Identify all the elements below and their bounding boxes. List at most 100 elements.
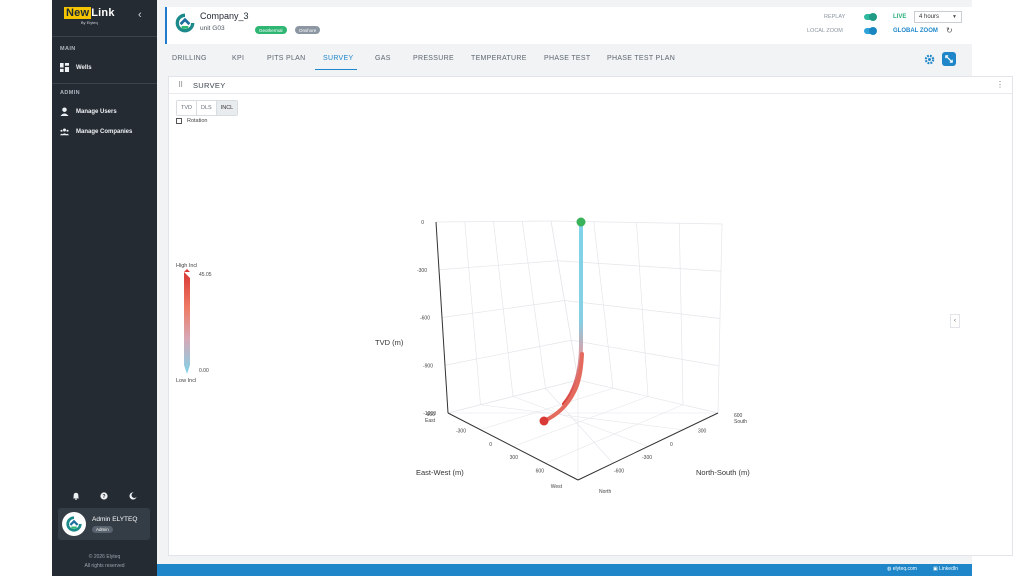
svg-text:?: ? [103,494,106,500]
ns-tick-label: 0 [670,442,673,448]
ew-axis-line [447,412,579,481]
grid-line [521,221,546,389]
grid-line [545,404,684,464]
grid-line [636,222,649,397]
tab-phase-test-plan[interactable]: PHASE TEST PLAN [607,55,675,62]
moon-icon[interactable] [129,492,137,500]
sidebar-item-label: Manage Companies [76,128,133,135]
grid-line [550,220,579,381]
survey-panel: ⠿ SURVEY ⋮ TVD DLS INCL Rotation 0 -300 … [168,76,1013,556]
ns-tick-label: -600 [614,469,624,475]
website-link-label: elyteq.com [892,566,917,572]
sidebar-item-wells[interactable]: Wells [60,63,92,72]
local-zoom-label: LOCAL ZOOM [807,28,843,34]
ew-end-label: West [551,484,563,490]
users-group-icon [60,128,69,136]
brand-tagline: By Elyteq [80,20,98,25]
user-card[interactable]: Admin ELYTEQ Admin [58,508,150,540]
dashboard-icon [60,63,69,72]
zoom-toggle[interactable] [864,27,877,35]
survey-3d-plot[interactable]: 0-300-600-900-1200-30003006003000-300-60… [169,94,1014,556]
copyright: © 2026 Elyteq All rights reserved [52,553,157,571]
collapse-sidebar-icon[interactable]: ‹ [138,9,142,21]
copyright-line-2: All rights reserved [84,563,125,569]
sidebar-utility-icons: ? [52,492,157,500]
more-options-icon[interactable]: ⋮ [996,80,1004,89]
bell-icon[interactable] [72,492,80,500]
divider [52,83,157,84]
user-name: Admin ELYTEQ [92,516,138,523]
company-logo-icon [66,516,82,532]
section-title-main: MAIN [60,46,76,52]
website-link[interactable]: ◍ elyteq.com [887,566,917,572]
panel-title: SURVEY [193,81,226,90]
colorbar [184,272,190,374]
time-range-select[interactable]: 4 hours ▼ [914,11,962,23]
avatar [62,512,86,536]
tab-phase-test[interactable]: PHASE TEST [544,55,590,62]
ew-tick-label: 300 [510,455,519,461]
colorbar-top-arrow [184,269,190,272]
active-tab-indicator [315,69,357,70]
sidebar: New Link By Elyteq ‹ MAIN Wells ADMIN Man… [52,0,157,576]
sidebar-item-label: Wells [76,64,92,71]
user-icon [60,107,69,116]
refresh-icon[interactable]: ↻ [946,26,953,35]
chevron-down-icon: ▼ [952,14,957,20]
linkedin-link[interactable]: ▣ LinkedIn [933,566,958,572]
gear-icon[interactable] [924,54,935,65]
tab-gas[interactable]: GAS [375,55,391,62]
drag-handle-icon[interactable]: ⠿ [178,81,183,89]
tab-kpi[interactable]: KPI [232,55,244,62]
tag-geothermal: Geothermal [255,26,287,34]
tab-temperature[interactable]: TEMPERATURE [471,55,527,62]
brand-logo[interactable]: New Link By Elyteq [64,7,115,25]
linkedin-link-label: LinkedIn [939,566,959,572]
ew-tick-label: 600 [536,469,545,475]
expand-icon [945,55,953,63]
panel-header: ⠿ SURVEY ⋮ [169,77,1012,94]
grid-line [545,388,614,464]
sidebar-item-manage-companies[interactable]: Manage Companies [60,127,132,136]
grid-line [480,404,684,431]
well-header: Company_3 unit G03 Geothermal Onshore RE… [165,7,1018,44]
well-start-marker [576,217,586,227]
company-name: Company_3 [200,11,249,21]
tag-onshore: Onshore [295,26,321,34]
side-panel-toggle[interactable]: ‹ [950,314,960,328]
colorbar-max-label: 45.05 [199,272,212,278]
ew-axis-label: East-West (m) [416,468,464,477]
ns-end-label: South [734,419,747,425]
tvd-tick-label: -600 [420,316,430,322]
ns-end-label: North [599,489,611,495]
global-zoom-label: GLOBAL ZOOM [893,28,938,34]
tab-pressure[interactable]: PRESSURE [413,55,454,62]
grid-line [493,221,514,397]
ew-tick-label: -300 [456,428,466,434]
sidebar-item-manage-users[interactable]: Manage Users [60,107,117,116]
tab-survey[interactable]: SURVEY [323,55,353,62]
tab-drilling[interactable]: DRILLING [172,55,207,62]
help-icon[interactable]: ? [100,492,109,500]
ns-tick-label: 300 [698,428,707,434]
time-range-value: 4 hours [919,14,940,20]
role-badge: Admin [92,526,113,533]
tvd-tick-label: 0 [421,220,424,226]
brand-name-part2: Link [91,7,115,19]
sidebar-item-label: Manage Users [76,108,117,115]
tvd-axis-line [435,221,449,414]
colorbar-top-label: High Incl [176,263,197,269]
copyright-line-1: © 2026 Elyteq [88,554,121,560]
tvd-tick-label: -300 [417,268,427,274]
company-logo-icon [175,13,195,33]
ns-tick-label: -300 [642,455,652,461]
unit-name: unit G03 [200,25,225,32]
expand-button[interactable] [942,52,956,66]
replay-toggle[interactable] [864,13,877,21]
grid-line [464,221,481,405]
divider [52,36,157,37]
brand-name-part1: New [64,7,92,19]
colorbar-bottom-label: Low Incl [176,378,196,384]
well-end-marker [539,416,549,426]
tab-pits-plan[interactable]: PITS PLAN [267,55,306,62]
